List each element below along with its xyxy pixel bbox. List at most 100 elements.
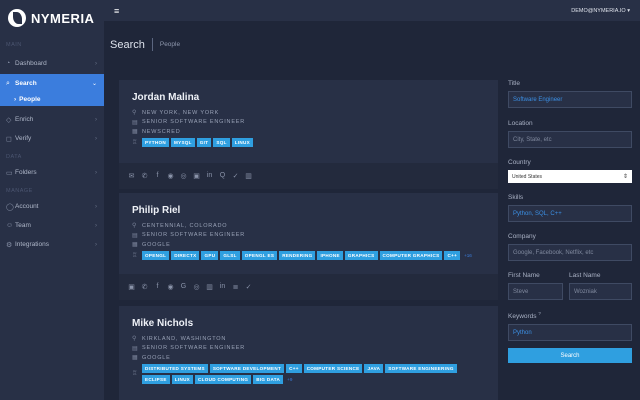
skill-tag: RENDERING: [279, 250, 316, 260]
person-name[interactable]: Philip Riel: [132, 205, 485, 216]
linkedin-icon[interactable]: in: [219, 283, 226, 290]
app-logo[interactable]: NYMERIA: [0, 0, 104, 36]
phone-icon[interactable]: ✆: [141, 172, 148, 180]
skill-tag: GLSL: [220, 250, 240, 260]
breadcrumb-current[interactable]: People: [160, 41, 180, 48]
facebook-icon[interactable]: f: [154, 283, 161, 290]
sidebar-item-account[interactable]: ◯ Account ›: [0, 197, 104, 216]
quora-icon[interactable]: Q: [219, 172, 226, 179]
sidebar-item-folders[interactable]: ▭ Folders ›: [0, 163, 104, 182]
sidebar-item-verify[interactable]: ◻ Verify ›: [0, 129, 104, 148]
profile-icon[interactable]: ▣: [128, 283, 135, 291]
google-icon[interactable]: G: [180, 283, 187, 290]
sidebar-item-search[interactable]: ⌕ Search ⌄: [0, 74, 104, 93]
section-manage: MANAGE: [6, 188, 33, 194]
sidebar-item-integrations[interactable]: ⚙ Integrations ›: [0, 235, 104, 254]
vimeo-icon[interactable]: ▥: [245, 172, 252, 180]
keywords-help-icon[interactable]: ?: [538, 311, 541, 316]
github-icon[interactable]: ◉: [167, 283, 174, 291]
skill-tag: LINUX: [171, 374, 194, 384]
person-name[interactable]: Mike Nichols: [132, 318, 485, 329]
first-name-input[interactable]: Steve: [508, 283, 563, 300]
trophy-icon: ♖: [132, 252, 138, 259]
bullet-icon: ›: [14, 96, 17, 103]
briefcase-icon: ▤: [132, 232, 139, 239]
chevron-right-icon: ›: [95, 222, 97, 229]
twitter-icon[interactable]: ✓: [245, 283, 252, 291]
search-icon: ⌕: [6, 79, 10, 87]
company-label: Company: [508, 233, 536, 240]
section-main: MAIN: [6, 42, 22, 48]
building-icon: ▦: [132, 355, 139, 362]
phone-icon[interactable]: ✆: [141, 283, 148, 291]
sidebar-item-people[interactable]: › People: [0, 93, 104, 106]
person-name[interactable]: Jordan Malina: [132, 92, 485, 103]
chevron-right-icon: ›: [95, 241, 97, 248]
hamburger-menu-icon[interactable]: ≡: [114, 6, 119, 16]
skill-tag: CLOUD COMPUTING: [195, 374, 252, 384]
location-input[interactable]: City, State, etc: [508, 131, 632, 148]
skill-tag: GPU: [201, 250, 219, 260]
location-pin-icon: ⚲: [132, 223, 138, 230]
location-pin-icon: ⚲: [132, 336, 138, 343]
search-button[interactable]: Search: [508, 348, 632, 363]
skill-tag: OPENGL ES: [241, 250, 278, 260]
profile-card-icon[interactable]: ▥: [206, 283, 213, 291]
breadcrumb: Search People: [110, 38, 180, 51]
skill-tags: ♖ OPENGL DIRECTX GPU GLSL OPENGL ES REND…: [132, 250, 482, 260]
last-name-input[interactable]: Wozniak: [569, 283, 632, 300]
dashboard-icon: ◔: [6, 60, 11, 67]
country-label: Country: [508, 159, 531, 166]
more-skills-link[interactable]: +9: [287, 377, 292, 382]
more-skills-link[interactable]: +16: [464, 253, 472, 258]
skills-input[interactable]: Python, SQL, C++: [508, 205, 632, 222]
linkedin-icon[interactable]: in: [206, 172, 213, 179]
sidebar-item-team[interactable]: ☺ Team ›: [0, 216, 104, 235]
folder-icon: ▭: [6, 169, 13, 177]
person-title: ▤ Senior Software Engineer: [132, 119, 246, 126]
contact-links: ▣ ✆ f ◉ G ◎ ▥ in ≣ ✓: [119, 273, 498, 300]
title-input[interactable]: Software Engineer: [508, 91, 632, 108]
person-company: ▦ Google: [132, 241, 171, 249]
gravatar-icon[interactable]: ◎: [180, 172, 187, 180]
skill-tag: LINUX: [231, 137, 253, 147]
stackoverflow-icon[interactable]: ≣: [232, 283, 239, 291]
person-company: ▦ Newscred: [132, 128, 181, 136]
sidebar-item-enrich[interactable]: ◇ Enrich ›: [0, 110, 104, 129]
chevron-down-icon: ⌄: [91, 81, 97, 87]
github-icon[interactable]: ◉: [167, 172, 174, 180]
skill-tag: OPENGL: [142, 250, 170, 260]
person-location: ⚲ Kirkland, Washington: [132, 335, 227, 343]
country-select[interactable]: United States: [508, 170, 632, 183]
team-icon: ☺: [6, 222, 14, 229]
keywords-input[interactable]: Python: [508, 324, 632, 342]
skill-tag: GRAPHICS: [344, 250, 378, 260]
sidebar-item-dashboard[interactable]: ◔ Dashboard ›: [0, 54, 104, 73]
skill-tag: SOFTWARE ENGINEERING: [385, 363, 457, 373]
skill-tag: SOFTWARE DEVELOPMENT: [209, 363, 285, 373]
skill-tag: MYSQL: [170, 137, 195, 147]
person-title: ▤ Senior Software Engineer: [132, 345, 246, 352]
company-input[interactable]: Google, Facebook, Netflix, etc: [508, 244, 632, 261]
person-location: ⚲ Centennial, Colorado: [132, 222, 228, 230]
profile-icon[interactable]: ▣: [193, 172, 200, 180]
skill-tag: COMPUTER SCIENCE: [303, 363, 363, 373]
skill-tag: GIT: [196, 137, 212, 147]
email-icon[interactable]: ✉: [128, 172, 135, 180]
title-label: Title: [508, 80, 521, 87]
twitter-icon[interactable]: ✓: [232, 172, 239, 180]
skill-tag: C++: [286, 363, 302, 373]
trophy-icon: ♖: [132, 371, 138, 377]
sidebar: NYMERIA MAIN ◔ Dashboard › ⌕ Search ⌄ › Peopl…: [0, 0, 104, 400]
gravatar-icon[interactable]: ◎: [193, 283, 200, 291]
skill-tag: JAVA: [364, 363, 384, 373]
user-menu[interactable]: DEMO@NYMERIA.IO ▾: [571, 8, 630, 14]
skill-tag: PYTHON: [142, 137, 169, 147]
facebook-icon[interactable]: f: [154, 172, 161, 179]
location-label: Location: [508, 120, 533, 127]
top-bar: ≡ DEMO@NYMERIA.IO ▾: [104, 0, 640, 21]
enrich-icon: ◇: [6, 116, 12, 124]
person-company: ▦ Google: [132, 354, 171, 362]
building-icon: ▦: [132, 129, 139, 136]
skill-tags: ♖ PYTHON MYSQL GIT SQL LINUX: [132, 137, 482, 147]
